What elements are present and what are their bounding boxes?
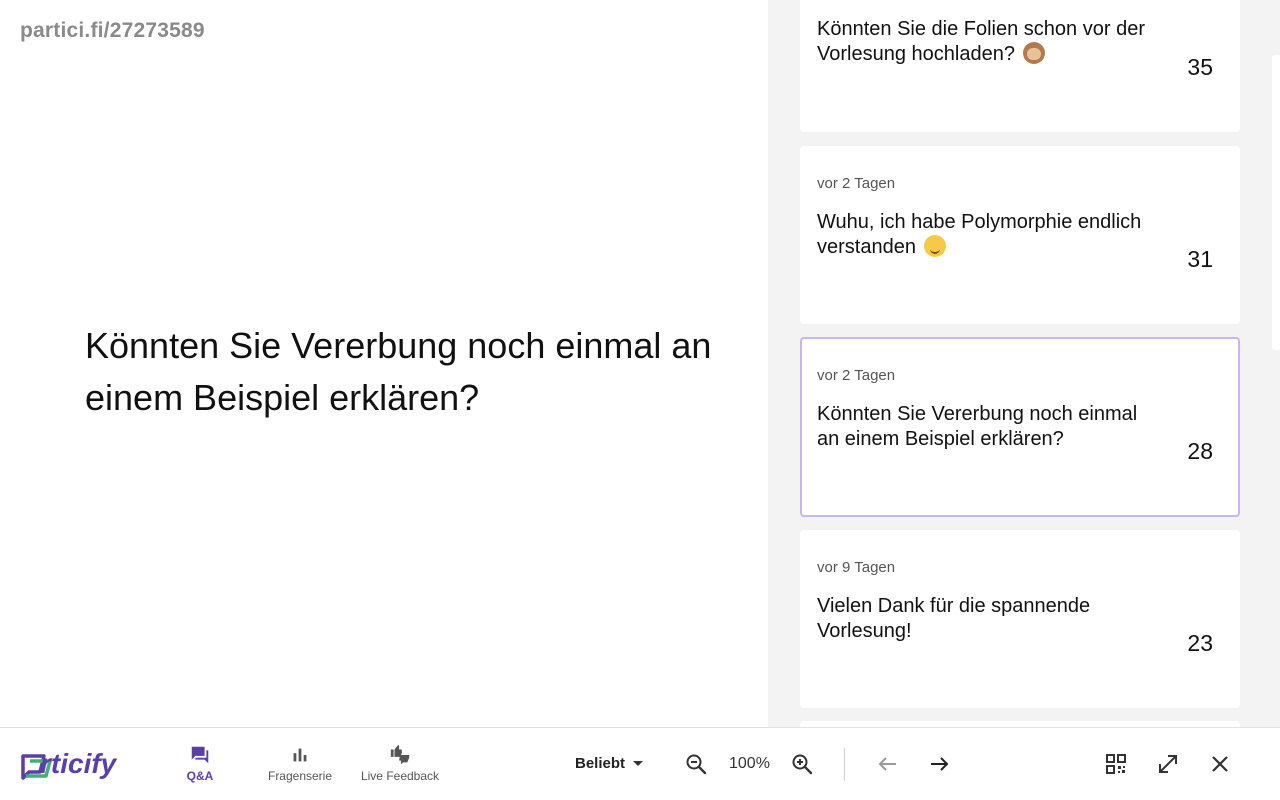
nav-live-feedback[interactable]: Live Feedback bbox=[358, 744, 442, 783]
vote-count: 23 bbox=[1187, 630, 1213, 656]
presentation-area: partici.fi/27273589 Könnten Sie Vererbun… bbox=[0, 0, 768, 727]
current-question: Könnten Sie Vererbung noch einmal an ein… bbox=[85, 325, 712, 418]
question-text: Vielen Dank für die spannende Vorlesung! bbox=[817, 595, 1091, 642]
sort-select-value: Beliebt bbox=[575, 755, 626, 772]
nav-qa[interactable]: Q&A bbox=[176, 744, 224, 783]
question-text: Könnten Sie Vererbung noch einmal an ein… bbox=[817, 403, 1138, 450]
question-card[interactable]: vor 9 Tagen Vielen Dank für die spannend… bbox=[800, 530, 1240, 708]
vote-count: 31 bbox=[1187, 246, 1213, 272]
zoom-out-icon[interactable] bbox=[684, 752, 708, 776]
nav-live-feedback-label: Live Feedback bbox=[360, 769, 440, 783]
toolbar-divider bbox=[844, 748, 845, 781]
qr-code-icon[interactable] bbox=[1104, 752, 1128, 776]
vote-count: 35 bbox=[1187, 54, 1213, 80]
nav-fragenserie-label: Fragenserie bbox=[267, 769, 333, 783]
caret-down-icon bbox=[633, 761, 644, 766]
forum-icon bbox=[191, 746, 209, 764]
monkey-emoji-icon bbox=[1022, 42, 1045, 64]
arrow-left-icon[interactable] bbox=[876, 752, 900, 776]
sort-select[interactable]: Beliebt bbox=[575, 755, 644, 772]
vote-count: 28 bbox=[1187, 438, 1213, 464]
smile-emoji-icon bbox=[923, 235, 946, 257]
question-card[interactable]: vor 2 Tagen Wuhu, ich habe Polymorphie e… bbox=[800, 146, 1240, 324]
zoom-in-icon[interactable] bbox=[790, 752, 814, 776]
question-time: vor 2 Tagen bbox=[817, 175, 896, 192]
question-text-content: Könnten Sie die Folien schon vor der Vor… bbox=[817, 18, 1145, 65]
close-icon[interactable] bbox=[1208, 752, 1232, 776]
nav-fragenserie[interactable]: Fragenserie bbox=[264, 744, 336, 783]
particify-logo: rticify bbox=[20, 748, 132, 782]
zoom-level: 100% bbox=[729, 755, 770, 772]
thumbs-icon bbox=[390, 744, 410, 765]
bottom-toolbar: rticify Q&A Fragenserie Live Feedback Be… bbox=[0, 727, 1280, 800]
logo-text: rticify bbox=[40, 748, 117, 779]
session-url[interactable]: partici.fi/27273589 bbox=[20, 19, 205, 43]
question-text: Könnten Sie die Folien schon vor der Vor… bbox=[817, 17, 1162, 67]
question-text: Wuhu, ich habe Polymorphie endlich verst… bbox=[817, 210, 1162, 260]
scrollbar[interactable] bbox=[1272, 55, 1280, 350]
question-card-active[interactable]: vor 2 Tagen Könnten Sie Vererbung noch e… bbox=[800, 337, 1240, 517]
question-list-panel[interactable]: Könnten Sie die Folien schon vor der Vor… bbox=[768, 0, 1280, 727]
bar-chart-icon bbox=[293, 748, 307, 762]
arrow-right-icon[interactable] bbox=[927, 752, 951, 776]
question-card[interactable]: Könnten Sie die Folien schon vor der Vor… bbox=[800, 0, 1240, 132]
fullscreen-icon[interactable] bbox=[1156, 752, 1180, 776]
question-text-content: Wuhu, ich habe Polymorphie endlich verst… bbox=[817, 211, 1142, 258]
question-time: vor 9 Tagen bbox=[817, 559, 896, 576]
presentation-stage: partici.fi/27273589 Könnten Sie Vererbun… bbox=[0, 0, 1280, 727]
question-time: vor 2 Tagen bbox=[817, 367, 896, 384]
nav-qa-label: Q&A bbox=[186, 769, 214, 783]
